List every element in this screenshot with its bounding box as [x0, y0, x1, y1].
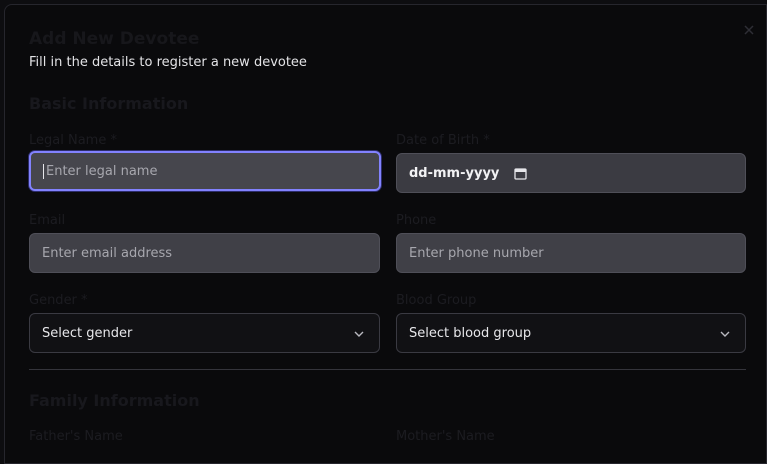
email-placeholder: Enter email address: [42, 245, 173, 261]
dob-input[interactable]: dd-mm-yyyy: [396, 153, 746, 193]
father-name-label: Father's Name: [29, 429, 123, 444]
legal-name-input[interactable]: Enter legal name: [29, 151, 381, 191]
section-divider: [29, 369, 746, 370]
legal-name-placeholder: Enter legal name: [46, 163, 158, 179]
gender-selected-value: Select gender: [42, 325, 133, 341]
phone-label: Phone: [396, 213, 437, 228]
text-caret: [43, 163, 44, 179]
close-icon[interactable]: [742, 24, 756, 38]
legal-name-label: Legal Name *: [29, 133, 117, 148]
phone-field[interactable]: Enter phone number: [396, 233, 746, 273]
gender-select[interactable]: Select gender: [29, 313, 380, 353]
gender-label: Gender *: [29, 293, 88, 308]
chevron-down-icon: [720, 331, 730, 337]
dob-label: Date of Birth *: [396, 133, 490, 148]
dialog-title: Add New Devotee: [29, 29, 200, 49]
dialog-subtitle: Fill in the details to register a new de…: [29, 55, 307, 70]
email-field[interactable]: Enter email address: [29, 233, 380, 273]
chevron-down-icon: [354, 331, 364, 337]
dob-value: dd-mm-yyyy: [409, 165, 500, 181]
section-family-information: Family Information: [29, 391, 200, 410]
blood-group-label: Blood Group: [396, 293, 477, 308]
mother-name-label: Mother's Name: [396, 429, 495, 444]
close-icon-glyph: [744, 25, 754, 35]
blood-group-select[interactable]: Select blood group: [396, 313, 746, 353]
phone-placeholder: Enter phone number: [409, 245, 544, 261]
blood-group-selected-value: Select blood group: [409, 325, 532, 341]
section-basic-information: Basic Information: [29, 94, 189, 113]
email-label: Email: [29, 213, 66, 228]
add-devotee-dialog: Add New Devotee Fill in the details to r…: [4, 4, 767, 464]
calendar-icon[interactable]: [514, 167, 527, 180]
